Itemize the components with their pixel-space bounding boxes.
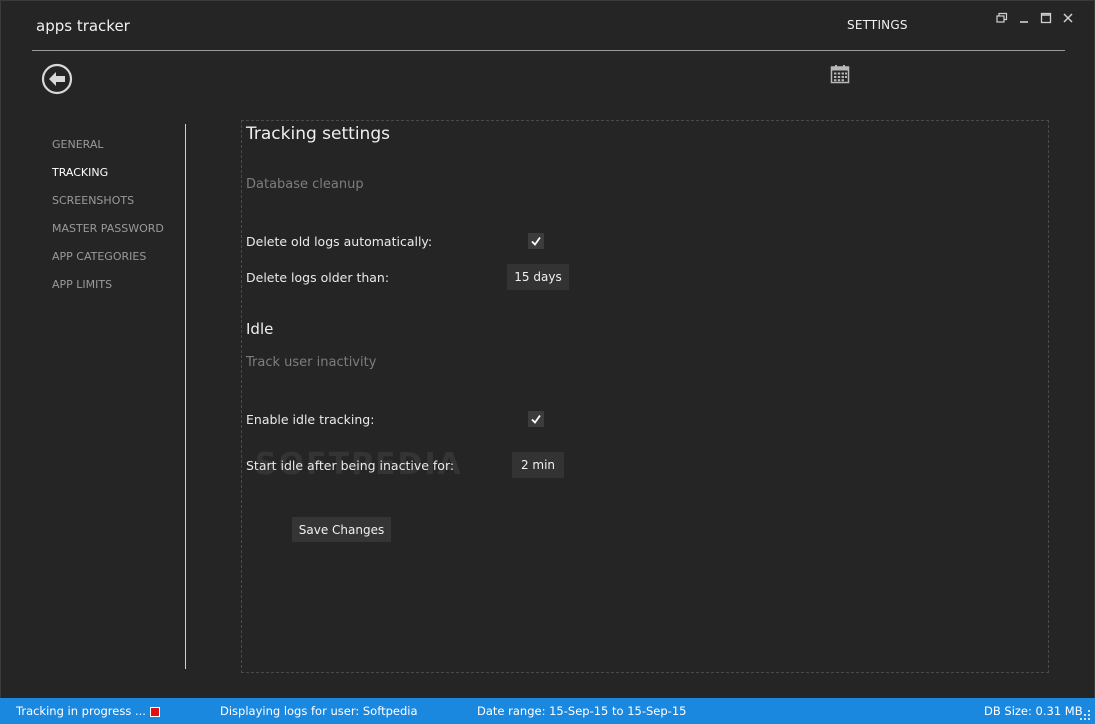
save-button[interactable]: Save Changes	[292, 517, 391, 542]
settings-panel	[241, 120, 1049, 673]
inactive-value[interactable]: 2 min	[512, 452, 564, 478]
section-title: Tracking settings	[246, 124, 390, 144]
enable-idle-label: Enable idle tracking:	[246, 412, 375, 427]
idle-subtitle: Track user inactivity	[246, 355, 377, 370]
enable-idle-checkbox[interactable]	[528, 411, 544, 427]
page-title: SETTINGS	[847, 18, 908, 32]
auto-delete-label: Delete old logs automatically:	[246, 234, 433, 249]
nav-item-screenshots[interactable]: SCREENSHOTS	[52, 194, 164, 222]
checkmark-icon	[531, 414, 541, 424]
arrow-left-circle-icon[interactable]	[41, 63, 73, 95]
older-than-label: Delete logs older than:	[246, 270, 390, 285]
older-than-value[interactable]: 15 days	[507, 264, 569, 290]
title-divider	[32, 50, 1065, 51]
app-window: apps tracker SETTINGS GENERAL TRACKING S…	[0, 0, 1095, 724]
minimize-icon[interactable]	[1017, 11, 1031, 25]
nav-item-general[interactable]: GENERAL	[52, 138, 164, 166]
close-icon[interactable]	[1061, 11, 1075, 25]
user-status: Displaying logs for user: Softpedia	[220, 704, 418, 718]
nav-divider	[185, 124, 186, 669]
nav-item-tracking[interactable]: TRACKING	[52, 166, 164, 194]
window-controls	[995, 11, 1075, 25]
tracking-status: Tracking in progress ...	[16, 704, 160, 718]
nav-item-app-categories[interactable]: APP CATEGORIES	[52, 250, 164, 278]
maximize-icon[interactable]	[1039, 11, 1053, 25]
nav-item-master-password[interactable]: MASTER PASSWORD	[52, 222, 164, 250]
calendar-icon[interactable]	[830, 64, 850, 84]
settings-nav: GENERAL TRACKING SCREENSHOTS MASTER PASS…	[52, 138, 164, 306]
tracking-status-text: Tracking in progress ...	[16, 704, 146, 718]
auto-delete-checkbox[interactable]	[528, 233, 544, 249]
db-size-status: DB Size: 0.31 MB	[984, 704, 1083, 718]
date-range-status: Date range: 15-Sep-15 to 15-Sep-15	[477, 704, 687, 718]
restore-icon[interactable]	[995, 11, 1009, 25]
cleanup-subtitle: Database cleanup	[246, 177, 364, 192]
recording-indicator-icon[interactable]	[149, 706, 160, 717]
app-title: apps tracker	[36, 17, 130, 35]
resize-grip-icon[interactable]	[1079, 709, 1091, 721]
checkmark-icon	[531, 236, 541, 246]
nav-item-app-limits[interactable]: APP LIMITS	[52, 278, 164, 306]
inactive-label: Start idle after being inactive for:	[246, 458, 455, 473]
idle-heading: Idle	[246, 320, 274, 338]
status-bar: Tracking in progress ... Displaying logs…	[0, 698, 1095, 724]
